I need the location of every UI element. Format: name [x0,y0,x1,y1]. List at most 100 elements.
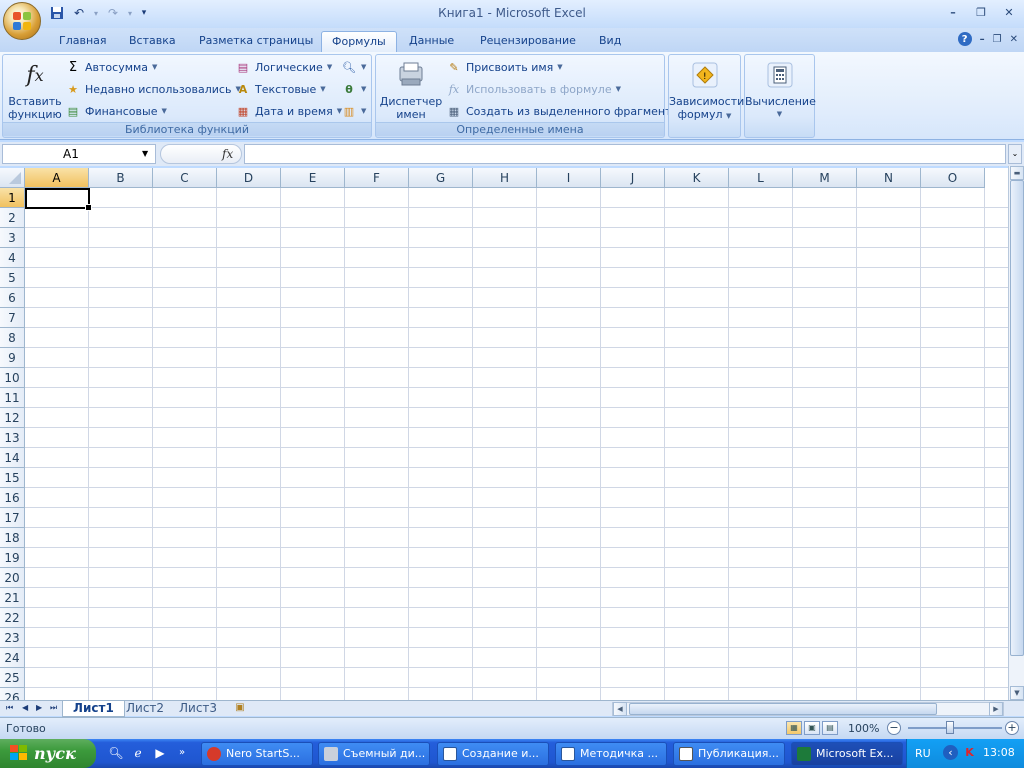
prev-sheet-icon[interactable]: ◀ [22,703,28,712]
cell-area[interactable] [25,188,1008,700]
column-header[interactable]: A [25,168,89,188]
column-header[interactable]: I [537,168,601,188]
next-sheet-icon[interactable]: ▶ [36,703,42,712]
column-header[interactable]: O [921,168,985,188]
math-trig-button[interactable]: θ ▼ [341,79,366,99]
row-header[interactable]: 5 [0,268,25,288]
tab-review[interactable]: Рецензирование [470,31,586,52]
row-header[interactable]: 15 [0,468,25,488]
select-all-button[interactable] [0,168,25,188]
zoom-slider-track[interactable] [908,727,1002,729]
column-header[interactable]: K [665,168,729,188]
column-header[interactable]: M [793,168,857,188]
column-header[interactable]: D [217,168,281,188]
scroll-left-icon[interactable]: ◀ [613,702,627,716]
scroll-down-icon[interactable]: ▼ [1010,686,1024,700]
start-button[interactable]: пуск [0,739,96,768]
insert-function-fx-icon[interactable]: fx [222,147,233,161]
datetime-button[interactable]: ▦ Дата и время ▼ [235,101,342,121]
row-header[interactable]: 17 [0,508,25,528]
name-box[interactable]: A1 [2,144,156,164]
row-header[interactable]: 21 [0,588,25,608]
row-header[interactable]: 13 [0,428,25,448]
row-header[interactable]: 12 [0,408,25,428]
row-header[interactable]: 9 [0,348,25,368]
quick-launch-more-icon[interactable]: » [174,745,190,761]
row-header[interactable]: 24 [0,648,25,668]
row-header[interactable]: 20 [0,568,25,588]
column-header[interactable]: B [89,168,153,188]
tab-data[interactable]: Данные [399,31,464,52]
vertical-scroll-thumb[interactable] [1010,180,1024,656]
zoom-level[interactable]: 100% [848,722,879,735]
column-header[interactable]: E [281,168,345,188]
recently-used-button[interactable]: ★ Недавно использовались ▼ [65,79,241,99]
antivirus-icon[interactable]: K [962,745,977,760]
column-header[interactable]: N [857,168,921,188]
horizontal-scroll-thumb[interactable] [629,703,937,715]
zoom-in-icon[interactable]: + [1005,721,1019,735]
sheet-tab-3[interactable]: Лист3 [169,701,227,717]
task-word-1[interactable]: Создание и... [437,742,549,766]
row-header[interactable]: 11 [0,388,25,408]
zoom-out-icon[interactable]: − [887,721,901,735]
media-player-icon[interactable]: ▶ [152,745,168,761]
restore-icon[interactable]: ❐ [970,4,992,20]
financial-button[interactable]: ▤ Финансовые ▼ [65,101,167,121]
page-break-view-icon[interactable]: ▤ [822,721,838,735]
use-in-formula-button[interactable]: fx Использовать в формуле ▼ [446,79,621,99]
tab-home[interactable]: Главная [49,31,117,52]
vertical-scrollbar[interactable]: ▬ ▼ [1008,166,1024,700]
scroll-right-icon[interactable]: ▶ [989,702,1003,716]
search-icon[interactable]: 🔍︎ [108,745,124,761]
page-layout-view-icon[interactable]: ▣ [804,721,820,735]
sheet-tab-2[interactable]: Лист2 [116,701,174,717]
tab-formulas[interactable]: Формулы [321,31,397,52]
row-header[interactable]: 8 [0,328,25,348]
tab-insert[interactable]: Вставка [119,31,186,52]
normal-view-icon[interactable]: ▦ [786,721,802,735]
text-button[interactable]: A Текстовые ▼ [235,79,326,99]
zoom-slider-thumb[interactable] [946,721,954,734]
expand-formula-bar-icon[interactable]: ⌄ [1008,144,1022,164]
minimize-icon[interactable]: – [942,4,964,20]
row-header[interactable]: 6 [0,288,25,308]
row-header[interactable]: 22 [0,608,25,628]
help-icon[interactable]: ? [957,32,972,46]
workbook-restore-icon[interactable]: ❐ [993,34,1002,45]
name-box-dropdown-icon[interactable]: ▼ [142,145,148,163]
workbook-minimize-icon[interactable]: – [980,34,985,45]
task-word-2[interactable]: Методичка ... [555,742,667,766]
more-functions-button[interactable]: ▥ ▼ [341,101,367,121]
task-excel[interactable]: Microsoft Ex... [791,742,903,766]
active-cell-cursor[interactable] [25,188,92,211]
column-header[interactable]: L [729,168,793,188]
column-header[interactable]: C [153,168,217,188]
define-name-button[interactable]: ✎ Присвоить имя ▼ [446,57,562,77]
row-header[interactable]: 23 [0,628,25,648]
autosum-button[interactable]: Σ Автосумма ▼ [65,57,158,77]
calculation-button[interactable]: Вычисление ▼ [745,59,816,121]
task-removable-disk[interactable]: Съемный ди... [318,742,430,766]
column-header[interactable]: J [601,168,665,188]
row-header[interactable]: 25 [0,668,25,688]
column-header[interactable]: G [409,168,473,188]
logical-button[interactable]: ▤ Логические ▼ [235,57,332,77]
row-header[interactable]: 14 [0,448,25,468]
workbook-close-icon[interactable]: ✕ [1010,34,1018,45]
name-manager-button[interactable]: Диспетчер имен [378,59,444,121]
first-sheet-icon[interactable]: ⏮ [6,703,13,713]
split-box-icon[interactable]: ▬ [1010,166,1024,180]
task-publication[interactable]: Публикация... [673,742,785,766]
insert-function-button[interactable]: fx Вставить функцию [7,59,63,121]
tab-page-layout[interactable]: Разметка страницы [189,31,323,52]
row-header[interactable]: 19 [0,548,25,568]
row-header[interactable]: 26 [0,688,25,700]
formula-auditing-button[interactable]: ! Зависимости формул ▼ [669,59,744,123]
insert-sheet-icon[interactable]: ▣ [232,702,248,715]
lookup-reference-button[interactable]: 🔍︎ ▼ [341,57,366,77]
row-header[interactable]: 3 [0,228,25,248]
row-header[interactable]: 16 [0,488,25,508]
task-nero[interactable]: Nero StartS... [201,742,313,766]
row-header[interactable]: 2 [0,208,25,228]
